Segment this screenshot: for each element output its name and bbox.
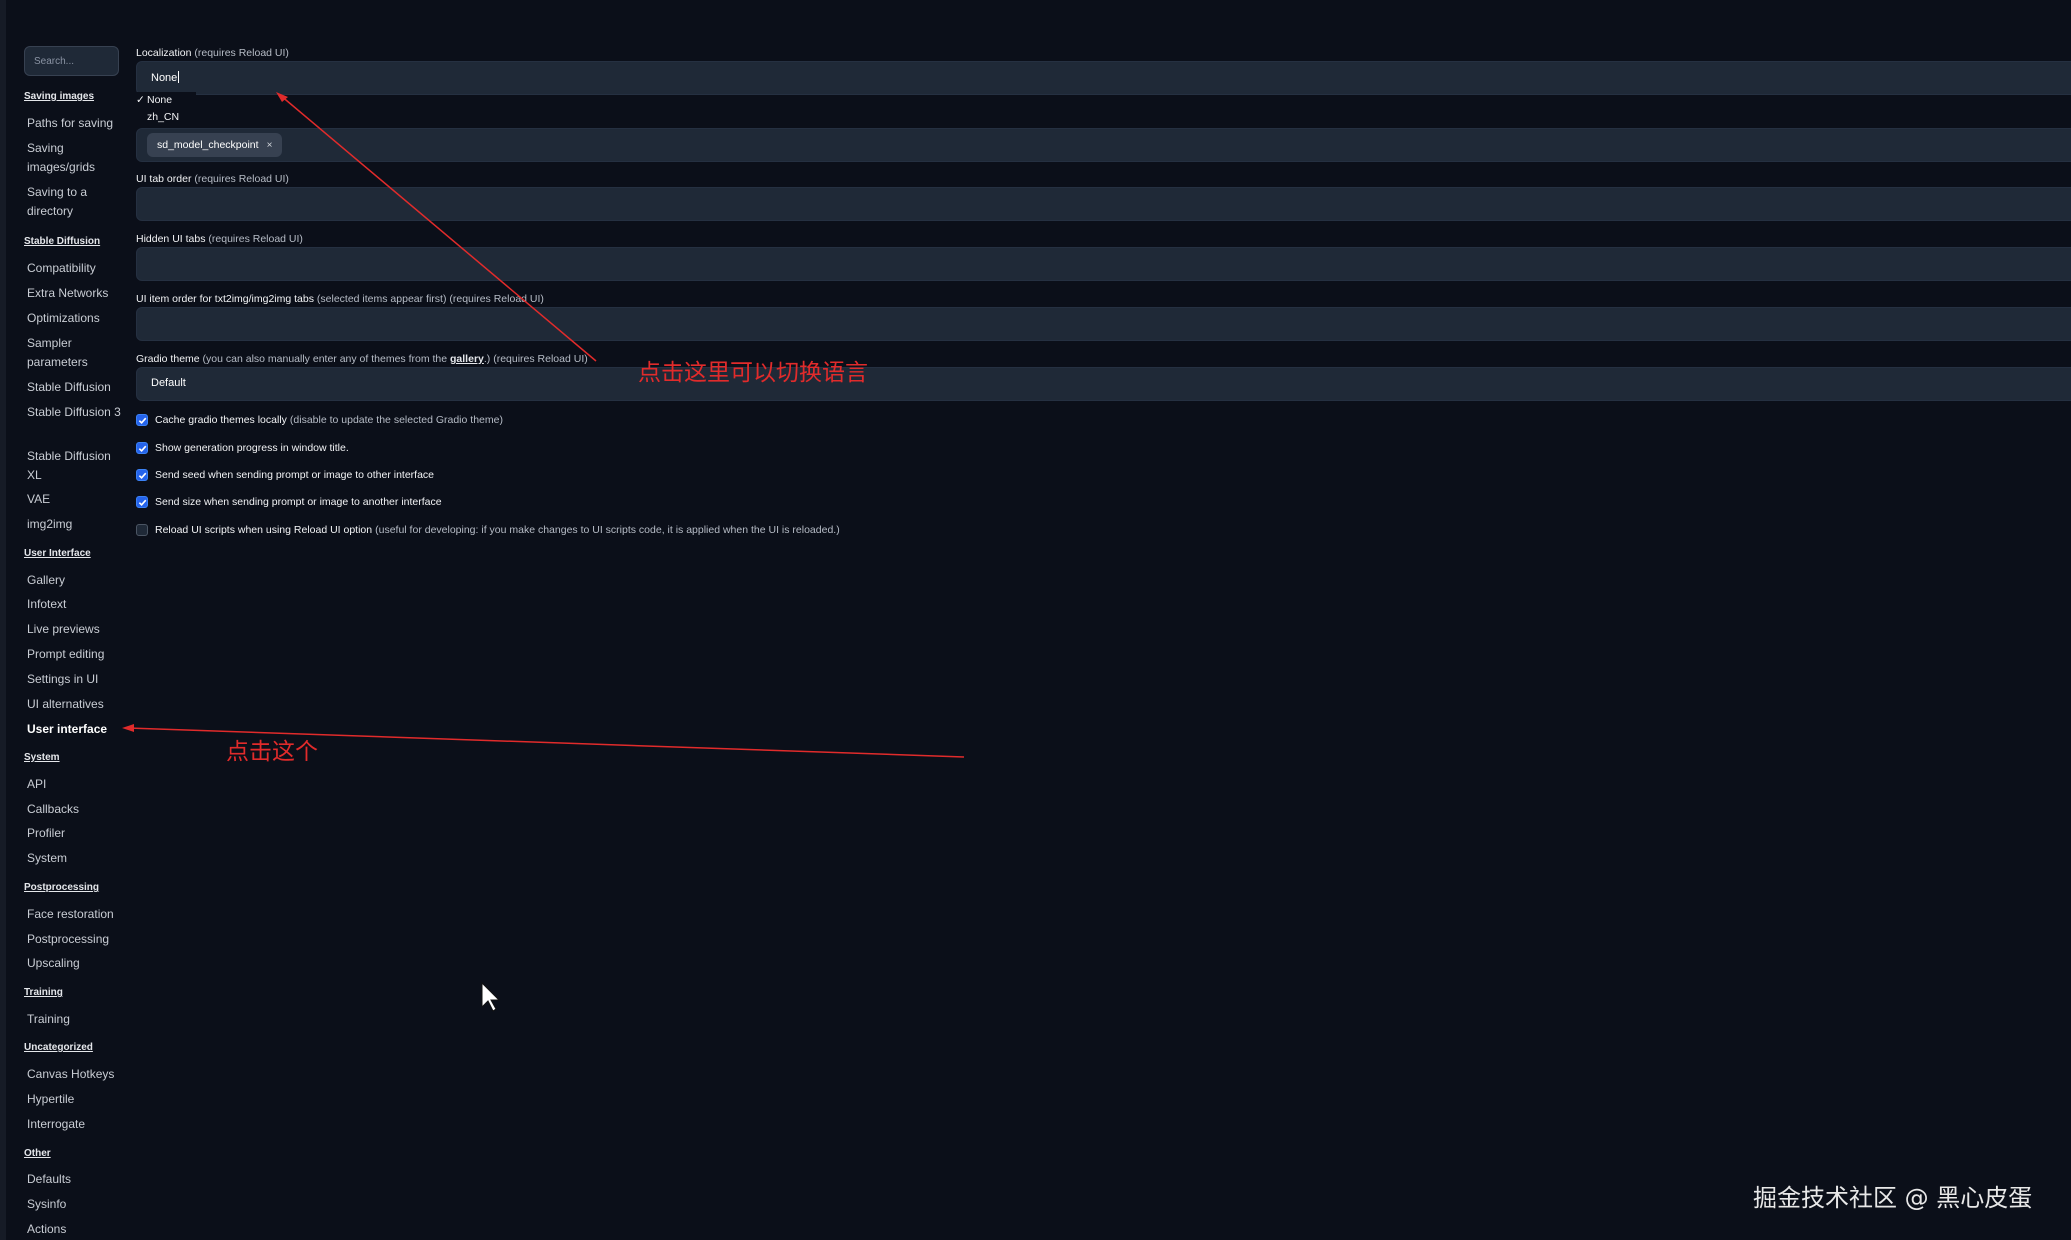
sidebar-item-profiler[interactable]: Profiler [27,824,127,843]
sidebar-item-ui-alternatives[interactable]: UI alternatives [27,695,127,714]
sidebar-item-saving-to-a-directory[interactable]: Saving to a directory [27,183,127,221]
localization-option-zh-cn[interactable]: zh_CN [136,109,196,126]
ui-tab-order-label: UI tab order (requires Reload UI) [136,173,289,185]
localization-option-none[interactable]: ✓ None [136,92,196,109]
sidebar-item-stable-diffusion-3[interactable]: Stable Diffusion 3 [27,403,127,422]
sidebar-section-saving-images[interactable]: Saving images [24,91,94,102]
sidebar-item-actions[interactable]: Actions [27,1220,127,1239]
mouse-cursor-icon [481,981,501,1012]
checkbox-label: Send size when sending prompt or image t… [155,496,442,508]
sidebar-section-user-interface[interactable]: User Interface [24,548,91,559]
localization-label-text: Localization [136,47,192,59]
sidebar-item-extra-networks[interactable]: Extra Networks [27,284,127,303]
checkbox-row[interactable]: Cache gradio themes locally (disable to u… [136,412,503,428]
sidebar-item-training[interactable]: Training [27,1010,127,1029]
sidebar-item-vae[interactable]: VAE [27,490,127,509]
sidebar-item-optimizations[interactable]: Optimizations [27,309,127,328]
sidebar-section-uncategorized[interactable]: Uncategorized [24,1042,93,1053]
sidebar-section-other[interactable]: Other [24,1148,51,1159]
sidebar-item-paths-for-saving[interactable]: Paths for saving [27,114,127,133]
hidden-ui-tabs-field[interactable] [136,247,2071,281]
sidebar-item-callbacks[interactable]: Callbacks [27,800,127,819]
localization-value: None [151,71,180,84]
annotation-switch-language: 点击这里可以切换语言 [638,360,868,386]
sidebar-item-gallery[interactable]: Gallery [27,571,127,590]
sidebar-item-hypertile[interactable]: Hypertile [27,1090,127,1109]
checkbox-hint: (useful for developing: if you make chan… [375,524,840,536]
chip-label: sd_model_checkpoint [157,139,259,151]
sidebar-item-face-restoration[interactable]: Face restoration [27,905,127,924]
sidebar-item-user-interface[interactable]: User interface [27,720,127,739]
sidebar-item-sampler-parameters[interactable]: Sampler parameters [27,334,127,372]
checkbox-label: Show generation progress in window title… [155,442,349,454]
checkbox-checked-icon[interactable] [136,496,148,508]
localization-label: Localization (requires Reload UI) [136,47,289,59]
hidden-ui-tabs-label: Hidden UI tabs (requires Reload UI) [136,233,303,245]
checkbox-label: Send seed when sending prompt or image t… [155,469,435,481]
window-left-border [0,0,6,1240]
quicksettings-chip[interactable]: sd_model_checkpoint × [147,133,283,158]
sidebar-item-sysinfo[interactable]: Sysinfo [27,1195,127,1214]
sidebar-item-system[interactable]: System [27,849,127,868]
sidebar-item-canvas-hotkeys[interactable]: Canvas Hotkeys [27,1065,127,1084]
check-icon: ✓ [136,94,145,106]
checkbox-hint: (disable to update the selected Gradio t… [289,414,503,426]
ui-item-order-label: UI item order for txt2img/img2img tabs (… [136,293,544,305]
settings-sidebar: Saving images Paths for saving Saving imag… [24,46,124,1236]
sidebar-item-settings-in-ui[interactable]: Settings in UI [27,670,127,689]
ui-item-order-field[interactable] [136,307,2071,341]
gradio-theme-value: Default [151,377,186,389]
sidebar-item-stable-diffusion-xl[interactable]: Stable Diffusion XL [27,447,127,485]
sidebar-item-prompt-editing[interactable]: Prompt editing [27,645,127,664]
gallery-link[interactable]: gallery [450,353,484,365]
checkbox-unchecked-icon[interactable] [136,524,148,536]
annotation-arrows [122,92,965,1012]
sidebar-item-upscaling[interactable]: Upscaling [27,954,127,973]
sidebar-item-interrogate[interactable]: Interrogate [27,1115,127,1134]
sidebar-item-api[interactable]: API [27,775,127,794]
sidebar-item-postprocessing[interactable]: Postprocessing [27,930,127,949]
sidebar-item-stable-diffusion[interactable]: Stable Diffusion [27,378,127,397]
checkbox-row[interactable]: Reload UI scripts when using Reload UI o… [136,522,840,538]
checkbox-label: Reload UI scripts when using Reload UI o… [155,524,373,536]
annotation-click-this: 点击这个 [226,739,318,765]
sidebar-section-system[interactable]: System [24,752,60,763]
localization-options-list: ✓ None zh_CN [136,92,196,126]
checkbox-checked-icon[interactable] [136,414,148,426]
quicksettings-field[interactable]: sd_model_checkpoint × [136,128,2071,162]
sidebar-section-postprocessing[interactable]: Postprocessing [24,882,99,893]
sidebar-item-img2img[interactable]: img2img [27,515,127,534]
chip-remove-icon[interactable]: × [267,134,273,158]
checkbox-checked-icon[interactable] [136,469,148,481]
checkbox-label: Cache gradio themes locally [155,414,287,426]
checkbox-row[interactable]: Show generation progress in window title… [136,440,352,456]
checkbox-row[interactable]: Send seed when sending prompt or image t… [136,467,437,483]
settings-search-input[interactable] [24,46,119,76]
checkbox-checked-icon[interactable] [136,442,148,454]
sidebar-item-live-previews[interactable]: Live previews [27,620,127,639]
sidebar-item-compatibility[interactable]: Compatibility [27,259,127,278]
sidebar-item-infotext[interactable]: Infotext [27,595,127,614]
localization-hint: (requires Reload UI) [194,47,289,59]
sidebar-item-defaults[interactable]: Defaults [27,1170,127,1189]
localization-dropdown[interactable]: None [136,61,2071,95]
text-caret [178,71,180,83]
sidebar-section-training[interactable]: Training [24,987,63,998]
gradio-theme-dropdown[interactable]: Default [136,367,2071,401]
checkbox-row[interactable]: Send size when sending prompt or image t… [136,494,445,510]
watermark: 掘金技术社区 @ 黑心皮蛋 [1753,1184,2033,1212]
sidebar-section-stable-diffusion[interactable]: Stable Diffusion [24,236,100,247]
sidebar-item-saving-images-grids[interactable]: Saving images/grids [27,139,127,177]
gradio-theme-label: Gradio theme (you can also manually ente… [136,353,588,365]
ui-tab-order-field[interactable] [136,187,2071,221]
settings-page: Saving images Paths for saving Saving imag… [0,0,2071,1240]
